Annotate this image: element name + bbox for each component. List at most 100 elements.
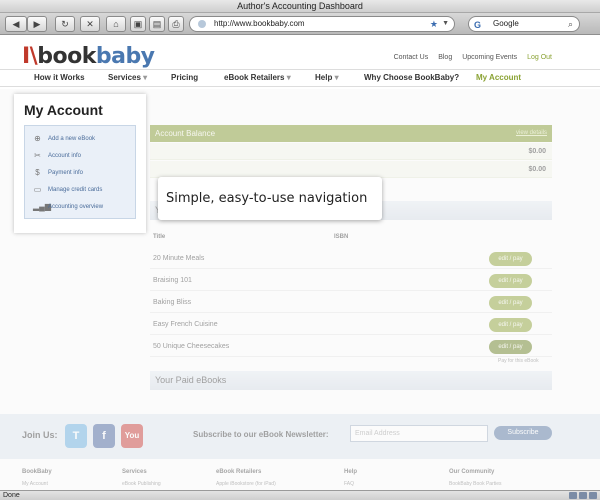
footer-col-heading: Help [344,469,358,475]
footer-link[interactable]: eBook Publishing [122,481,161,487]
favicon-icon [198,20,206,28]
status-icon [569,492,577,499]
edit-pay-button[interactable]: edit / pay [489,318,532,332]
menu-accounting-overview[interactable]: ▂▄▆ Accounting overview [33,202,103,211]
stop-icon: ✕ [86,18,94,29]
footer-col-heading: BookBaby [22,469,52,475]
print-button[interactable]: ⎙ [168,16,184,32]
balance-amount: $0.00 [528,148,546,155]
link-contact-us[interactable]: Contact Us [394,54,429,61]
star-icon[interactable]: ★ [430,17,438,31]
search-icon[interactable]: ⌕ [568,17,573,31]
newsletter-label: Subscribe to our eBook Newsletter: [193,430,329,439]
status-icon [579,492,587,499]
google-icon: G [474,20,482,30]
forward-button[interactable]: ▶ [27,16,47,32]
pay-tooltip: Pay for this eBook [496,358,541,364]
join-us-label: Join Us: [22,430,58,440]
nav-my-account[interactable]: My Account [476,73,521,82]
nav-ebook-retailers[interactable]: eBook Retailers ▾ [224,73,291,82]
column-title: Title [153,234,166,240]
book-title: 20 Minute Meals [153,255,205,262]
book-title: Baking Bliss [153,299,192,306]
footer-col-heading: eBook Retailers [216,469,262,475]
edit-pay-button[interactable]: edit / pay [489,296,532,310]
tools-icon: ✂ [34,151,41,160]
url-text: http://www.bookbaby.com [214,19,305,28]
bar-chart-icon: ▂▄▆ [33,202,51,211]
page-content: I\bookbaby Contact Us Blog Upcoming Even… [0,36,600,490]
bookmark-button[interactable]: ▤ [149,16,165,32]
reload-icon: ↻ [61,18,69,29]
menu-label: Accounting overview [48,203,104,210]
page-button[interactable]: ▣ [130,16,146,32]
email-field[interactable]: Email Address [350,425,488,442]
menu-label: Payment info [48,169,84,176]
bookbaby-logo[interactable]: I\bookbaby [22,44,155,69]
table-row: 50 Unique Cheesecakes edit / pay [150,336,552,357]
window-title: Author's Accounting Dashboard [0,0,600,13]
logo-book: book [37,44,96,69]
back-arrow-icon: ◀ [12,18,20,29]
link-blog[interactable]: Blog [438,54,452,61]
dollar-circle-icon: $ [35,168,40,177]
stop-button[interactable]: ✕ [80,16,100,32]
browser-toolbar: ◀ ▶ ↻ ✕ ⌂ ▣ ▤ ⎙ http://www.bookbaby.com … [0,13,600,35]
menu-payment-info[interactable]: $ Payment info [33,168,83,177]
facebook-icon[interactable]: f [93,424,115,448]
search-input[interactable]: G Google ⌕ [468,16,580,32]
home-button[interactable]: ⌂ [106,16,126,32]
logo-baby: baby [95,44,155,69]
footer-link[interactable]: BookBaby Book Parties [449,481,502,487]
menu-manage-cards[interactable]: ▭ Manage credit cards [33,185,103,194]
nav-why-choose[interactable]: Why Choose BookBaby? [364,73,459,82]
menu-label: Add a new eBook [48,135,96,142]
status-icons [569,492,597,499]
top-links: Contact Us Blog Upcoming Events Log Out [394,54,552,61]
youtube-icon[interactable]: You [121,424,143,448]
footer-link[interactable]: FAQ [344,481,354,487]
credit-card-icon: ▭ [33,185,42,194]
forward-arrow-icon: ▶ [33,18,41,29]
status-text: Done [3,492,20,499]
chevron-down-icon: ▾ [334,73,339,82]
social-bar: Join Us: T f You Subscribe to our eBook … [0,414,600,459]
nav-help[interactable]: Help ▾ [315,73,339,82]
footer-link[interactable]: Apple iBookstore (for iPad) [216,481,276,487]
subscribe-button[interactable]: Subscribe [494,426,552,440]
my-account-title: My Account [24,102,103,118]
balance-row: $0.00 [150,143,552,160]
chevron-down-icon: ▾ [143,73,148,82]
search-placeholder: Google [493,19,519,28]
edit-pay-button[interactable]: edit / pay [489,252,532,266]
twitter-icon[interactable]: T [65,424,87,448]
nav-services[interactable]: Services ▾ [108,73,147,82]
book-title: Easy French Cuisine [153,321,218,328]
chevron-down-icon[interactable]: ▼ [442,17,449,31]
edit-pay-button[interactable]: edit / pay [489,340,532,354]
view-details-link[interactable]: view details [516,125,547,142]
footer-link[interactable]: My Account [22,481,48,487]
print-icon: ⎙ [172,18,180,29]
link-upcoming-events[interactable]: Upcoming Events [462,54,517,61]
nav-how-it-works[interactable]: How it Works [34,73,85,82]
status-icon [589,492,597,499]
paid-ebooks-header: Your Paid eBooks [150,371,552,390]
account-balance-header: Account Balance view details [150,125,552,142]
account-menu: ⊕ Add a new eBook ✂ Account info $ Payme… [24,125,136,219]
table-row: Easy French Cuisine edit / pay [150,314,552,335]
nav-services-label: Services [108,73,141,82]
edit-pay-button[interactable]: edit / pay [489,274,532,288]
back-button[interactable]: ◀ [5,16,27,32]
nav-help-label: Help [315,73,333,82]
my-account-panel: My Account ⊕ Add a new eBook ✂ Account i… [14,94,146,233]
plus-circle-icon: ⊕ [34,134,41,143]
nav-pricing[interactable]: Pricing [171,73,198,82]
menu-account-info[interactable]: ✂ Account info [33,151,81,160]
url-field[interactable]: http://www.bookbaby.com ★ ▼ [189,16,455,32]
bookmark-icon: ▤ [152,18,162,29]
menu-add-ebook[interactable]: ⊕ Add a new eBook [33,134,95,143]
table-row: Braising 101 edit / pay [150,270,552,291]
reload-button[interactable]: ↻ [55,16,75,32]
link-log-out[interactable]: Log Out [527,54,552,61]
